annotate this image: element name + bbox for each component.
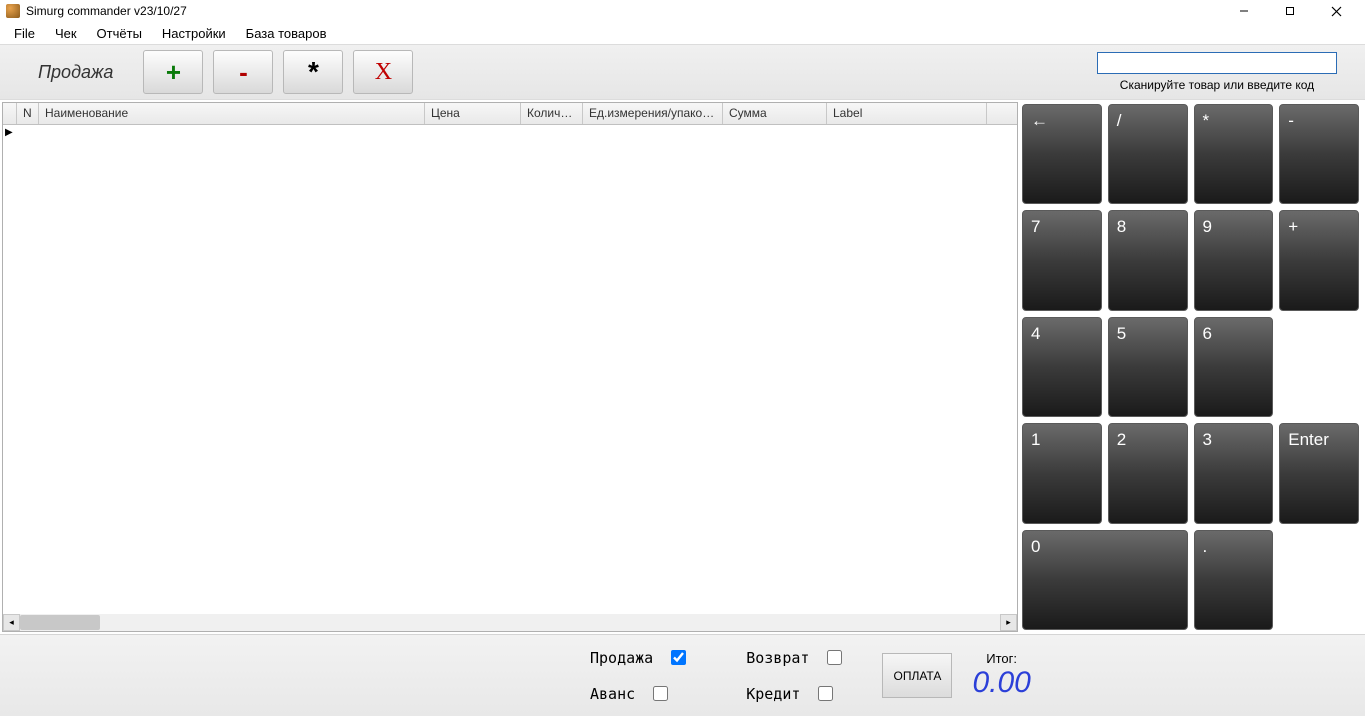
col-price[interactable]: Цена <box>425 103 521 124</box>
col-name[interactable]: Наименование <box>39 103 425 124</box>
key-add[interactable]: + <box>1279 210 1359 310</box>
scroll-left-button[interactable]: ◂ <box>3 614 20 631</box>
footer: Продажа Аванс Возврат Кредит ОПЛАТА Итог… <box>0 634 1365 716</box>
chk-sale-label: Продажа <box>590 649 653 667</box>
menu-file[interactable]: File <box>6 24 43 43</box>
titlebar: Simurg commander v23/10/27 <box>0 0 1365 22</box>
close-button[interactable] <box>1313 0 1359 22</box>
total-value: 0.00 <box>972 666 1030 700</box>
row-header-corner <box>3 103 17 124</box>
col-sum[interactable]: Сумма <box>723 103 827 124</box>
chk-advance-label: Аванс <box>590 685 635 703</box>
col-qty[interactable]: Количест... <box>521 103 583 124</box>
chk-advance[interactable] <box>653 686 668 701</box>
remove-button[interactable]: - <box>213 50 273 94</box>
key-3[interactable]: 3 <box>1194 423 1274 523</box>
chk-return[interactable] <box>827 650 842 665</box>
key-multiply[interactable]: * <box>1194 104 1274 204</box>
key-5[interactable]: 5 <box>1108 317 1188 417</box>
grid-body[interactable]: ▶ <box>3 125 1017 614</box>
current-row-marker: ▶ <box>5 127 13 138</box>
key-subtract[interactable]: - <box>1279 104 1359 204</box>
key-9[interactable]: 9 <box>1194 210 1274 310</box>
key-2[interactable]: 2 <box>1108 423 1188 523</box>
chk-credit[interactable] <box>818 686 833 701</box>
menubar: File Чек Отчёты Настройки База товаров <box>0 22 1365 44</box>
scroll-right-button[interactable]: ▸ <box>1000 614 1017 631</box>
col-label[interactable]: Label <box>827 103 987 124</box>
scan-hint: Сканируйте товар или введите код <box>1120 78 1314 92</box>
chk-sale[interactable] <box>671 650 686 665</box>
menu-products[interactable]: База товаров <box>238 24 335 43</box>
menu-reports[interactable]: Отчёты <box>89 24 150 43</box>
key-6[interactable]: 6 <box>1194 317 1274 417</box>
total-label: Итог: <box>986 651 1017 666</box>
keypad: ← / * - 7 8 9 + 4 5 6 1 2 3 Enter 0 . <box>1020 100 1365 634</box>
app-icon <box>6 4 20 18</box>
col-n[interactable]: N <box>17 103 39 124</box>
menu-settings[interactable]: Настройки <box>154 24 234 43</box>
key-1[interactable]: 1 <box>1022 423 1102 523</box>
key-enter[interactable]: Enter <box>1279 423 1359 523</box>
horizontal-scrollbar[interactable]: ◂ ▸ <box>3 614 1017 631</box>
window-title: Simurg commander v23/10/27 <box>26 4 187 18</box>
pay-button[interactable]: ОПЛАТА <box>882 653 952 698</box>
chk-credit-label: Кредит <box>746 685 800 703</box>
key-backspace[interactable]: ← <box>1022 104 1102 204</box>
key-dot[interactable]: . <box>1194 530 1274 630</box>
scan-input[interactable] <box>1097 52 1337 74</box>
clear-button[interactable]: X <box>353 50 413 94</box>
key-7[interactable]: 7 <box>1022 210 1102 310</box>
col-unit[interactable]: Ед.измерения/упаковка <box>583 103 723 124</box>
key-8[interactable]: 8 <box>1108 210 1188 310</box>
maximize-button[interactable] <box>1267 0 1313 22</box>
items-grid[interactable]: N Наименование Цена Количест... Ед.измер… <box>2 102 1018 632</box>
chk-return-label: Возврат <box>746 649 809 667</box>
key-slash[interactable]: / <box>1108 104 1188 204</box>
multiply-button[interactable]: * <box>283 50 343 94</box>
add-button[interactable]: + <box>143 50 203 94</box>
toolbar: Продажа + - * X Сканируйте товар или вве… <box>0 44 1365 100</box>
minimize-button[interactable] <box>1221 0 1267 22</box>
scroll-thumb[interactable] <box>20 615 100 630</box>
menu-check[interactable]: Чек <box>47 24 85 43</box>
key-0[interactable]: 0 <box>1022 530 1188 630</box>
key-4[interactable]: 4 <box>1022 317 1102 417</box>
mode-label: Продажа <box>8 62 143 83</box>
